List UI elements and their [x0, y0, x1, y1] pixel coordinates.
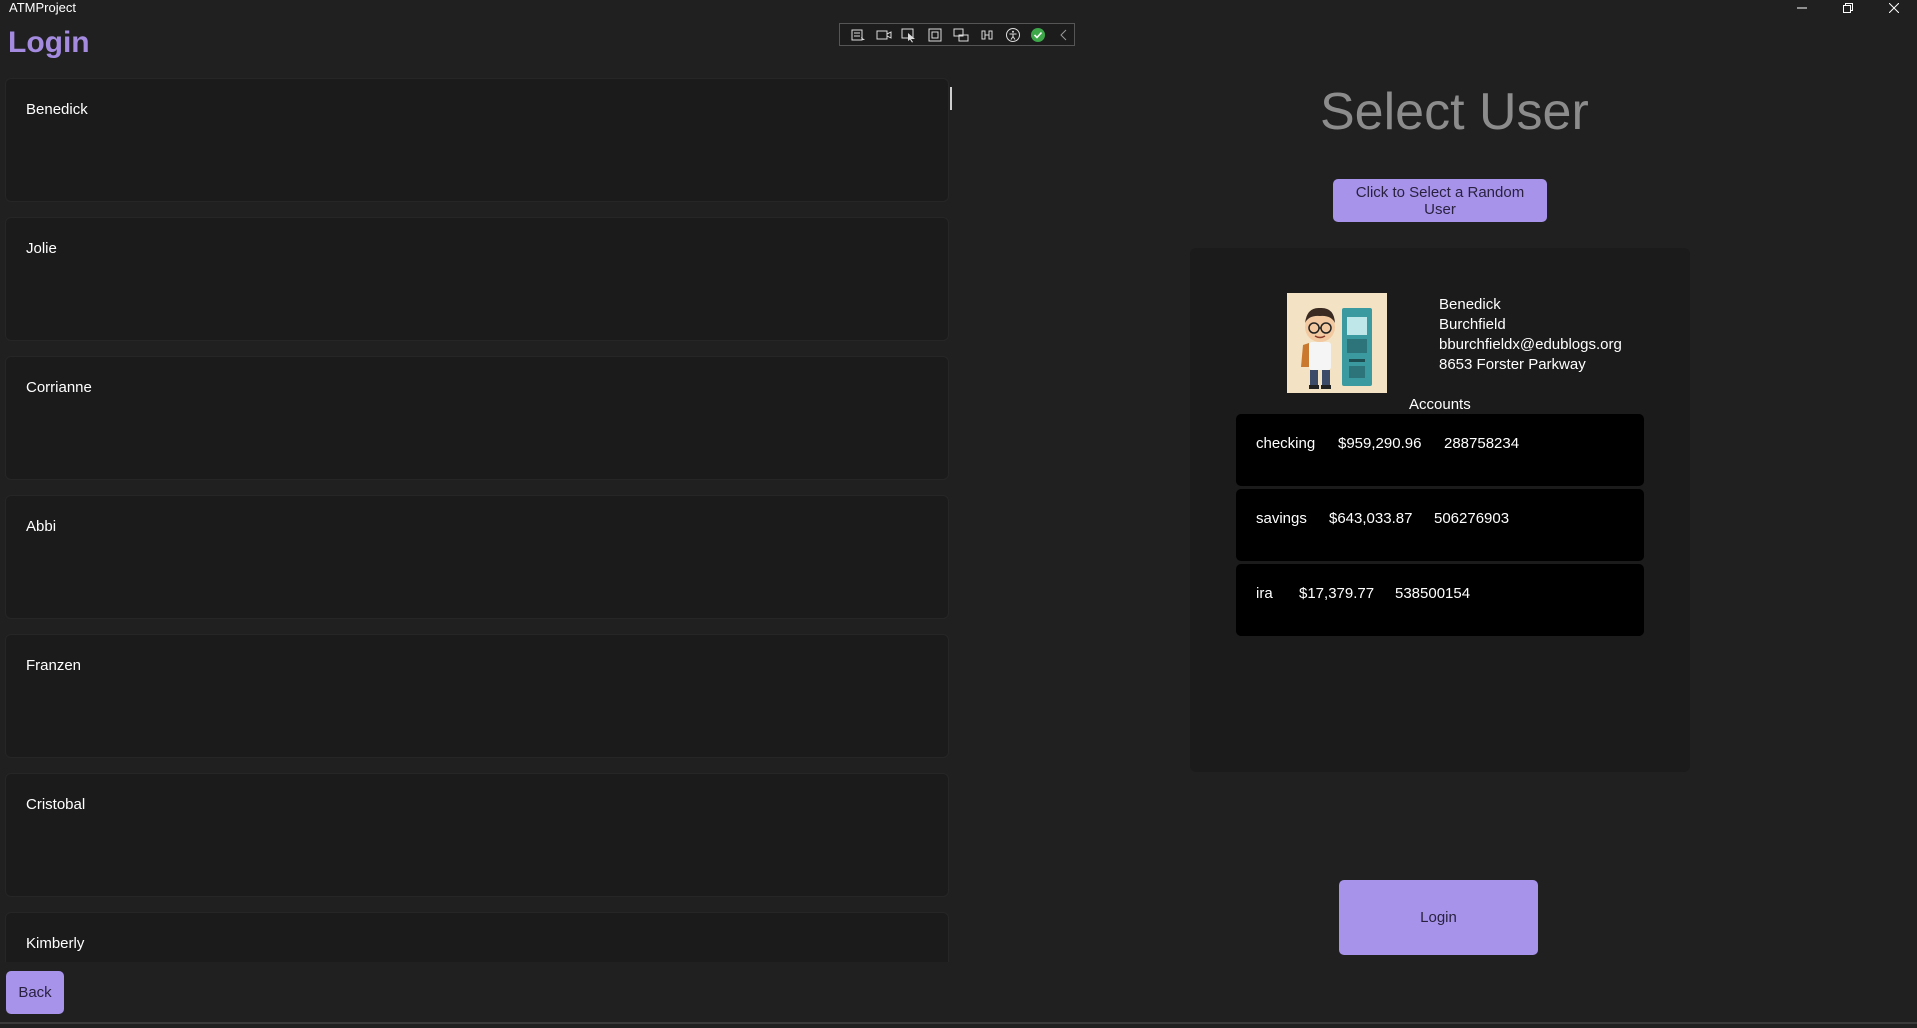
checkmark-icon	[1031, 27, 1046, 42]
account-row-ira[interactable]: ira $17,379.77 538500154	[1236, 564, 1644, 636]
title-bar: ATMProject	[0, 0, 1917, 16]
account-row-savings[interactable]: savings $643,033.87 506276903	[1236, 489, 1644, 561]
account-type: savings	[1256, 510, 1307, 527]
user-card[interactable]: Jolie	[5, 217, 949, 341]
track-focus-button[interactable]	[951, 26, 971, 44]
live-visual-tree-button[interactable]	[848, 26, 868, 44]
user-name: Corrianne	[26, 379, 92, 396]
user-name: Franzen	[26, 657, 82, 674]
account-type: ira	[1256, 585, 1273, 602]
user-email: bburchfieldx@edublogs.org	[1439, 336, 1622, 353]
account-number: 506276903	[1434, 510, 1510, 527]
close-icon	[1889, 3, 1899, 13]
user-avatar	[1287, 293, 1387, 393]
bottom-divider	[0, 1022, 1917, 1024]
account-balance: $959,290.96	[1338, 435, 1422, 452]
user-name: Abbi	[26, 518, 57, 535]
select-element-button[interactable]	[900, 26, 920, 44]
user-first-name: Benedick	[1439, 296, 1501, 313]
user-info: Benedick Burchfield bburchfieldx@edublog…	[1439, 295, 1622, 375]
debug-toolbar	[839, 23, 1075, 46]
user-card[interactable]: Franzen	[5, 634, 949, 758]
select-element-icon	[901, 28, 916, 42]
account-balance: $643,033.87	[1329, 510, 1413, 527]
app-title: ATMProject	[9, 0, 76, 15]
account-number: 288758234	[1444, 435, 1520, 452]
user-name: Jolie	[26, 240, 57, 257]
user-card[interactable]: Corrianne	[5, 356, 949, 480]
user-list[interactable]: Benedick Jolie Corrianne Abbi Franzen Cr…	[5, 78, 949, 962]
page-title: Login	[8, 26, 90, 59]
user-name: Kimberly	[26, 935, 85, 952]
user-name: Cristobal	[26, 796, 86, 813]
user-card[interactable]: Benedick	[5, 78, 949, 202]
back-button[interactable]: Back	[6, 971, 64, 1014]
accessibility-button[interactable]	[1003, 26, 1023, 44]
account-type: checking	[1256, 435, 1316, 452]
collapse-toolbar-button[interactable]	[1054, 26, 1074, 44]
accessibility-icon	[1005, 27, 1020, 42]
random-user-button[interactable]: Click to Select a Random User	[1333, 179, 1547, 222]
binding-failures-button[interactable]	[977, 26, 997, 44]
minimize-button[interactable]	[1782, 0, 1822, 16]
user-address: 8653 Forster Parkway	[1439, 356, 1586, 373]
close-button[interactable]	[1874, 0, 1914, 16]
accounts-heading: Accounts	[1409, 396, 1471, 413]
chevron-left-icon	[1060, 29, 1067, 40]
login-button[interactable]: Login	[1339, 880, 1538, 955]
display-layout-adorners-button[interactable]	[925, 26, 945, 44]
scrollbar-thumb[interactable]	[950, 87, 952, 110]
select-user-title: Select User	[1320, 83, 1589, 141]
user-last-name: Burchfield	[1439, 316, 1506, 333]
restore-icon	[1843, 3, 1853, 13]
track-focus-icon	[953, 28, 969, 41]
maximize-button[interactable]	[1828, 0, 1868, 16]
binding-failures-icon	[981, 30, 993, 39]
checkmark-button[interactable]	[1028, 26, 1048, 44]
user-card[interactable]: Cristobal	[5, 773, 949, 897]
account-number: 538500154	[1395, 585, 1471, 602]
display-layout-adorners-icon	[928, 28, 942, 41]
user-card[interactable]: Abbi	[5, 495, 949, 619]
user-detail-panel: Benedick Burchfield bburchfieldx@edublog…	[1190, 248, 1690, 772]
camera-icon	[876, 30, 892, 39]
account-row-checking[interactable]: checking $959,290.96 288758234	[1236, 414, 1644, 486]
live-visual-tree-icon	[851, 29, 865, 40]
user-card[interactable]: Kimberly	[5, 912, 949, 962]
account-balance: $17,379.77	[1299, 585, 1375, 602]
minimize-icon	[1797, 7, 1807, 9]
camera-button[interactable]	[874, 26, 894, 44]
user-name: Benedick	[26, 101, 88, 118]
avatar-illustration	[1287, 293, 1387, 393]
